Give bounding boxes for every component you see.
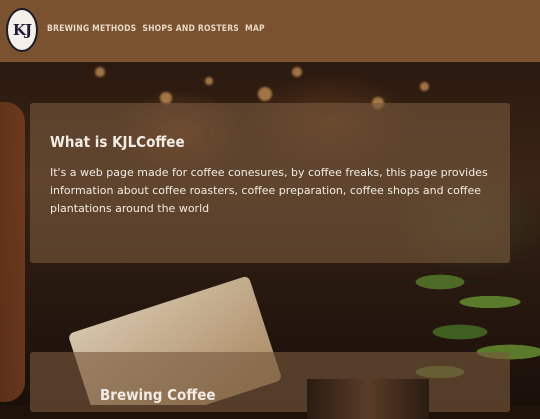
logo-text: KJ — [12, 21, 32, 39]
bokeh-light — [205, 77, 213, 85]
nav-links: BREWING METHODS SHOPS AND ROSTERS MAP — [47, 24, 265, 34]
bokeh-light — [292, 67, 302, 77]
brewing-card: Brewing Coffee — [30, 352, 510, 419]
nav-link-brewing-methods[interactable]: BREWING METHODS — [47, 24, 136, 34]
brewing-image — [307, 379, 429, 419]
nav-link-map[interactable]: MAP — [245, 24, 265, 34]
person-silhouette — [0, 102, 25, 402]
nav-link-shops-and-rosters[interactable]: SHOPS AND ROSTERS — [142, 24, 239, 34]
intro-title: What is KJLCoffee — [50, 133, 185, 151]
navbar: KJ BREWING METHODS SHOPS AND ROSTERS MAP — [0, 0, 540, 62]
intro-card: What is KJLCoffee It's a web page made f… — [30, 103, 510, 263]
bokeh-light — [420, 82, 429, 91]
brewing-title: Brewing Coffee — [100, 386, 216, 404]
logo[interactable]: KJ — [6, 8, 38, 52]
bokeh-light — [95, 67, 105, 77]
bokeh-light — [258, 87, 272, 101]
intro-text: It's a web page made for coffee conesure… — [50, 166, 488, 215]
